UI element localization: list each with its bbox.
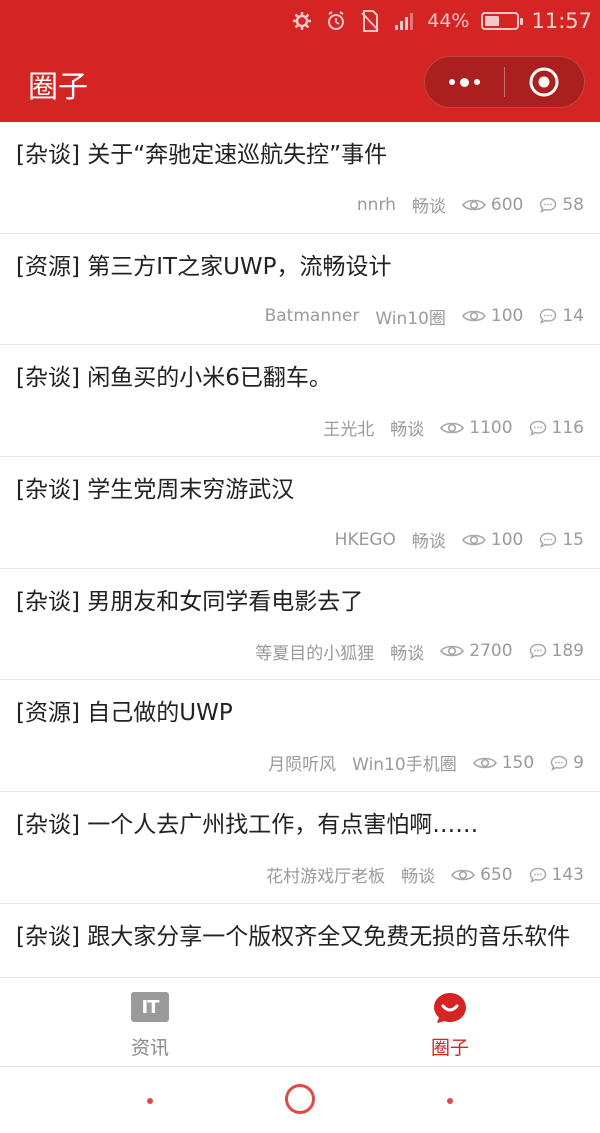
view-count: 100 <box>490 306 524 327</box>
it-logo-icon: IT <box>131 992 169 1022</box>
post-title: [杂谈] 一个人去广州找工作，有点害怕啊…… <box>16 812 479 839</box>
list-item[interactable]: [杂谈] 跟大家分享一个版权齐全又免费无损的音乐软件 <box>0 904 600 977</box>
comment-count: 189 <box>551 641 584 662</box>
post-circle: 畅谈 <box>390 420 425 441</box>
post-meta: nnrh 畅谈 600 58 <box>356 192 584 218</box>
comment-icon <box>529 643 546 660</box>
list-item[interactable]: [资源] 第三方IT之家UWP，流畅设计 Batmanner Win10圈 10… <box>0 234 600 346</box>
eye-icon <box>440 645 465 657</box>
comment-icon <box>540 197 557 213</box>
post-circle: Win10手机圈 <box>352 755 457 776</box>
eye-icon <box>461 310 486 322</box>
comment-icon <box>550 755 568 771</box>
post-title: [资源] 自己做的UWP <box>16 700 233 727</box>
post-circle: Win10圈 <box>375 308 446 329</box>
comment-count: 58 <box>562 194 584 215</box>
post-title: [资源] 第三方IT之家UWP，流畅设计 <box>16 253 392 280</box>
no-sim-icon <box>359 10 381 32</box>
comment-icon <box>529 420 546 436</box>
view-count: 2700 <box>469 641 513 662</box>
view-count: 600 <box>490 194 524 215</box>
comment-count: 143 <box>551 864 584 885</box>
more-button[interactable] <box>425 57 504 107</box>
bottom-tab-bar: IT 资讯 圈子 <box>0 977 600 1067</box>
view-count: 1100 <box>469 417 513 438</box>
view-count: 100 <box>490 529 524 550</box>
post-author: Batmanner <box>264 306 360 327</box>
list-item[interactable]: [杂谈] 学生党周末穷游武汉 HKEGO 畅谈 100 15 <box>0 457 600 569</box>
list-item[interactable]: [资源] 自己做的UWP 月陨听风 Win10手机圈 150 9 <box>0 680 600 793</box>
battery-percent: 44% <box>427 10 470 32</box>
settings-gear-icon <box>291 10 313 32</box>
list-item[interactable]: [杂谈] 男朋友和女同学看电影去了 等夏目的小狐狸 畅谈 2700 189 <box>0 569 600 681</box>
post-title: [杂谈] 学生党周末穷游武汉 <box>16 477 295 504</box>
post-author: 花村游戏厅老板 <box>266 867 386 888</box>
post-title: [杂谈] 跟大家分享一个版权齐全又免费无损的音乐软件 <box>16 923 571 950</box>
post-author: nnrh <box>356 194 396 215</box>
comment-icon <box>529 867 546 883</box>
list-item[interactable]: [杂谈] 闲鱼买的小米6已翻车。 王光北 畅谈 1100 116 <box>0 345 600 458</box>
post-list: [杂谈] 关于“奔驰定速巡航失控”事件 nnrh 畅谈 600 58 [资源] … <box>0 122 600 977</box>
post-meta: 王光北 畅谈 1100 116 <box>323 415 584 441</box>
post-circle: 畅谈 <box>401 867 436 888</box>
page-title: 圈子 <box>28 70 88 105</box>
recents-button[interactable] <box>447 1098 453 1104</box>
list-item[interactable]: [杂谈] 一个人去广州找工作，有点害怕啊…… 花村游戏厅老板 畅谈 650 14… <box>0 792 600 904</box>
post-title: [杂谈] 关于“奔驰定速巡航失控”事件 <box>16 142 388 168</box>
post-meta: 花村游戏厅老板 畅谈 650 143 <box>266 862 584 888</box>
comment-icon <box>540 308 557 325</box>
post-meta: 月陨听风 Win10手机圈 150 9 <box>268 750 584 776</box>
post-title: [杂谈] 男朋友和女同学看电影去了 <box>16 588 364 615</box>
post-author: 月陨听风 <box>268 755 337 776</box>
post-circle: 畅谈 <box>411 197 446 217</box>
tab-circle[interactable]: 圈子 <box>300 978 600 1066</box>
post-meta: HKEGO 畅谈 100 15 <box>334 527 584 553</box>
status-icons: 44% 11:57 <box>291 7 592 35</box>
view-count: 650 <box>480 864 513 885</box>
eye-icon <box>451 869 476 880</box>
miniprogram-capsule <box>424 56 585 108</box>
comment-icon <box>540 532 557 548</box>
eye-icon <box>461 199 486 210</box>
post-circle: 畅谈 <box>411 532 446 553</box>
back-button[interactable] <box>147 1098 153 1104</box>
post-meta: 等夏目的小狐狸 畅谈 2700 189 <box>255 639 584 664</box>
battery-icon <box>481 12 524 30</box>
eye-icon <box>472 757 497 769</box>
comment-count: 15 <box>562 529 584 550</box>
post-meta: Batmanner Win10圈 100 14 <box>265 304 584 329</box>
eye-icon <box>461 534 486 545</box>
comment-count: 14 <box>562 306 584 327</box>
smile-bubble-icon <box>433 992 467 1028</box>
system-nav-bar <box>0 1067 600 1133</box>
comment-count: 116 <box>551 417 584 438</box>
status-time: 11:57 <box>531 9 592 33</box>
status-bar: 44% 11:57 <box>0 0 600 42</box>
eye-icon <box>440 422 465 434</box>
header-bar: 44% 11:57 圈子 <box>0 0 600 122</box>
view-count: 150 <box>501 752 535 773</box>
post-circle: 畅谈 <box>390 643 425 664</box>
close-button[interactable] <box>505 57 584 107</box>
post-author: HKEGO <box>334 529 396 550</box>
more-dots-icon <box>449 79 455 85</box>
tab-label: 资讯 <box>130 1037 169 1059</box>
comment-count: 9 <box>573 752 584 773</box>
alarm-icon <box>325 10 347 32</box>
post-author: 王光北 <box>323 420 375 441</box>
list-item[interactable]: [杂谈] 关于“奔驰定速巡航失控”事件 nnrh 畅谈 600 58 <box>0 122 600 234</box>
tab-news[interactable]: IT 资讯 <box>0 978 300 1066</box>
post-author: 等夏目的小狐狸 <box>255 643 375 664</box>
target-circle-icon <box>529 67 559 97</box>
tab-label: 圈子 <box>430 1037 469 1059</box>
post-title: [杂谈] 闲鱼买的小米6已翻车。 <box>16 365 332 392</box>
signal-icon <box>393 10 415 32</box>
home-button[interactable] <box>285 1084 315 1114</box>
